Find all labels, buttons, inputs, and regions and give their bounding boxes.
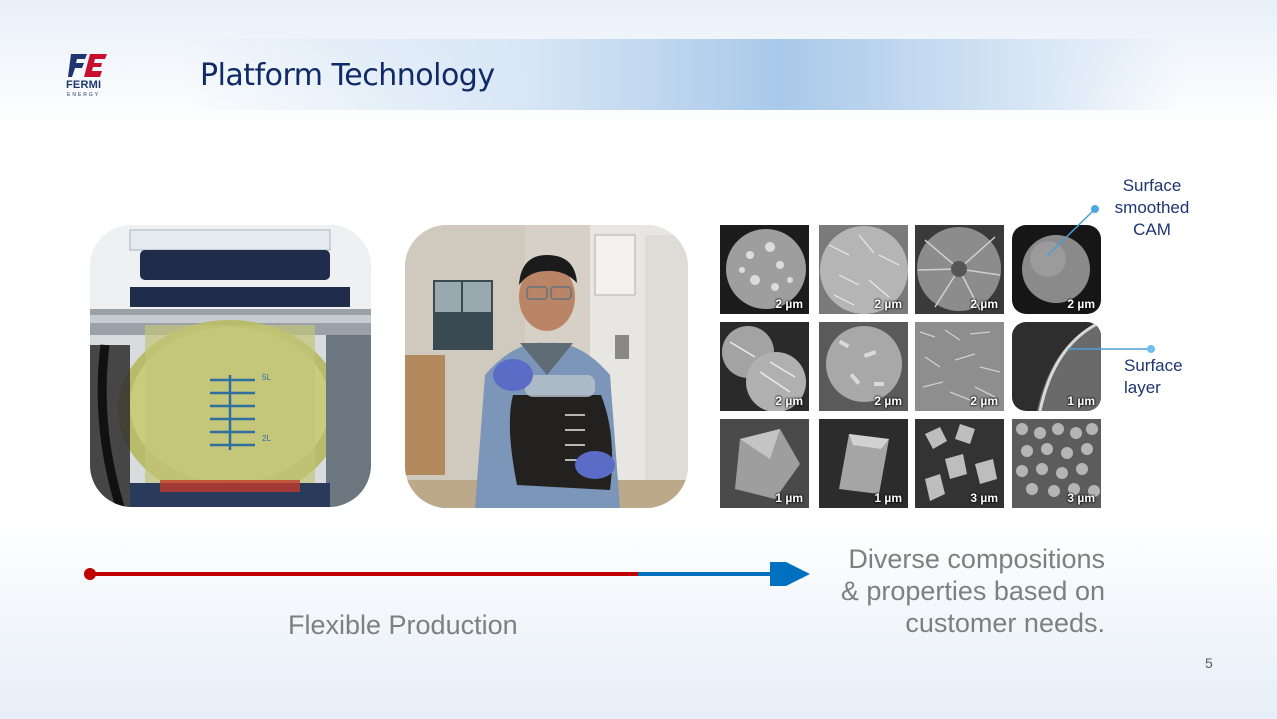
scale-bar-label: 2 µm [775, 394, 803, 408]
callout-surface-layer: Surface layer [1124, 355, 1204, 399]
sem-image: 2 µm [720, 225, 809, 314]
label-line: Diverse compositions [848, 544, 1105, 574]
sem-image: 1 µm [819, 419, 908, 508]
scale-bar-label: 2 µm [874, 394, 902, 408]
scale-bar-label: 2 µm [1067, 297, 1095, 311]
sem-image: 3 µm [1012, 419, 1101, 508]
scale-bar-label: 1 µm [775, 491, 803, 505]
scale-bar-label: 1 µm [874, 491, 902, 505]
reactor-gradation-5l: 5L [262, 373, 271, 382]
sem-image: 2 µm [819, 322, 908, 411]
callout-line: CAM [1133, 220, 1171, 239]
callout-line: smoothed [1114, 198, 1190, 217]
logo-wordmark: FERMI [66, 79, 102, 91]
scale-bar-label: 1 µm [1067, 394, 1095, 408]
scientist-photo [405, 225, 688, 508]
page-number: 5 [1205, 655, 1213, 671]
fe-logo-mark [68, 54, 107, 77]
page-title: Platform Technology [200, 58, 495, 93]
sem-image-grid: 2 µm 2 µm 2 µm 2 µm 2 µm 2 µm 2 µm 1 µm … [720, 225, 1106, 509]
logo-subtext: ENERGY [67, 92, 101, 98]
callout-surface-smoothed: Surface smoothed CAM [1107, 175, 1197, 241]
scale-bar-label: 2 µm [874, 297, 902, 311]
label-line: & properties based on [840, 576, 1105, 606]
sem-image-surface-layer: 1 µm [1012, 322, 1101, 411]
sem-image: 2 µm [915, 322, 1004, 411]
scale-bar-label: 3 µm [1067, 491, 1095, 505]
scale-bar-label: 2 µm [970, 297, 998, 311]
scale-bar-label: 2 µm [775, 297, 803, 311]
sem-image: 2 µm [720, 322, 809, 411]
callout-line: layer [1124, 378, 1161, 397]
scale-bar-label: 2 µm [970, 394, 998, 408]
sem-image: 2 µm [819, 225, 908, 314]
sem-image: 3 µm [915, 419, 1004, 508]
sem-image: 2 µm [915, 225, 1004, 314]
flexible-production-label: Flexible Production [288, 610, 518, 640]
label-line: customer needs. [905, 608, 1105, 638]
callout-line: Surface [1122, 176, 1182, 195]
sem-image: 1 µm [720, 419, 809, 508]
callout-line: Surface [1124, 356, 1183, 375]
progress-arrow [84, 562, 810, 586]
reactor-gradation-2l: 2L [262, 434, 271, 443]
sem-image-smooth-sphere: 2 µm [1012, 225, 1101, 314]
company-logo: FERMI ENERGY [66, 52, 112, 100]
reactor-photo: 5L 2L [90, 225, 371, 507]
scale-bar-label: 3 µm [970, 491, 998, 505]
diverse-compositions-label: Diverse compositions & properties based … [790, 543, 1105, 639]
